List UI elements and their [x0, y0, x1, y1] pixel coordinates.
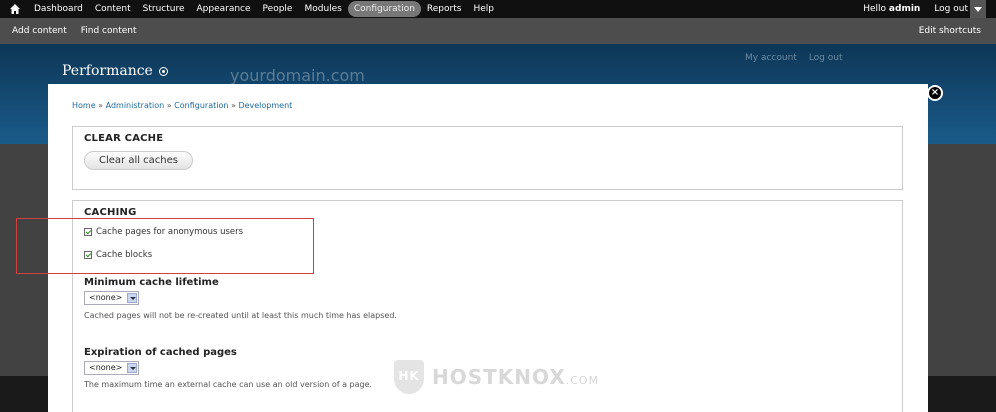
breadcrumb-administration[interactable]: Administration [106, 101, 165, 110]
username-link[interactable]: admin [889, 4, 920, 14]
toolbar-logout-link[interactable]: Log out [934, 4, 968, 14]
highlight-box [16, 218, 314, 274]
min-cache-lifetime-select[interactable]: <none> [84, 291, 139, 305]
min-cache-lifetime-label: Minimum cache lifetime [84, 277, 219, 288]
breadcrumb-separator: » [98, 101, 104, 110]
expiration-select[interactable]: <none> [84, 361, 139, 375]
page-title: Performance [62, 63, 168, 79]
site-name[interactable]: yourdomain.com [230, 66, 365, 85]
my-account-link[interactable]: My account [745, 53, 797, 63]
toolbar-user: Hello admin Log out [863, 0, 968, 18]
min-cache-lifetime-value: <none> [89, 293, 123, 302]
hello-user: Hello admin [863, 4, 920, 14]
min-cache-lifetime-description: Cached pages will not be re-created unti… [84, 311, 397, 320]
breadcrumb-separator: » [166, 101, 172, 110]
edit-shortcuts-link[interactable]: Edit shortcuts [919, 18, 981, 44]
chevron-down-icon[interactable] [127, 363, 137, 373]
admin-toolbar: Dashboard Content Structure Appearance P… [0, 0, 996, 18]
breadcrumb: Home » Administration » Configuration » … [72, 101, 292, 110]
toolbar-item-reports[interactable]: Reports [421, 1, 468, 17]
watermark-brand: HOSTKNOX [432, 365, 566, 389]
shortcut-find-content[interactable]: Find content [81, 26, 137, 36]
clear-all-caches-button[interactable]: Clear all caches [84, 151, 193, 170]
toolbar-item-structure[interactable]: Structure [137, 1, 191, 17]
caching-legend: CACHING [84, 207, 137, 218]
toolbar-item-content[interactable]: Content [89, 1, 137, 17]
breadcrumb-configuration[interactable]: Configuration [174, 101, 228, 110]
toolbar-item-configuration[interactable]: Configuration [347, 1, 421, 17]
watermark-text: HOSTKNOX.COM [432, 365, 599, 389]
secondary-menu: My account Log out [745, 53, 843, 63]
clear-cache-legend: CLEAR CACHE [84, 133, 164, 144]
breadcrumb-home[interactable]: Home [72, 101, 96, 110]
shortcut-links: Add content Find content [12, 18, 137, 44]
watermark: HK HOSTKNOX.COM [394, 360, 599, 394]
page-title-text: Performance [62, 63, 153, 79]
expiration-description: The maximum time an external cache can u… [84, 380, 373, 389]
header-logout-link[interactable]: Log out [809, 53, 843, 63]
shortcut-add-content[interactable]: Add content [12, 26, 67, 36]
toolbar-item-dashboard[interactable]: Dashboard [28, 1, 89, 17]
toolbar-item-help[interactable]: Help [467, 1, 500, 17]
breadcrumb-separator: » [230, 101, 236, 110]
hostknox-logo-icon: HK [394, 360, 424, 394]
watermark-suffix: .COM [565, 374, 600, 387]
add-shortcut-icon[interactable] [158, 66, 168, 76]
hello-prefix: Hello [863, 4, 887, 14]
expiration-value: <none> [89, 363, 123, 372]
clear-cache-fieldset [72, 126, 903, 190]
toolbar-item-appearance[interactable]: Appearance [191, 1, 257, 17]
toolbar-menu: Dashboard Content Structure Appearance P… [28, 0, 500, 18]
chevron-down-icon[interactable] [127, 293, 137, 303]
breadcrumb-development[interactable]: Development [238, 101, 292, 110]
toolbar-drawer-toggle[interactable] [970, 0, 986, 18]
expiration-label: Expiration of cached pages [84, 347, 237, 358]
home-icon[interactable] [9, 3, 21, 15]
toolbar-item-people[interactable]: People [257, 1, 299, 17]
toolbar-item-modules[interactable]: Modules [298, 1, 347, 17]
close-icon[interactable]: × [927, 85, 943, 101]
shortcuts-bar: Add content Find content Edit shortcuts [0, 18, 996, 44]
